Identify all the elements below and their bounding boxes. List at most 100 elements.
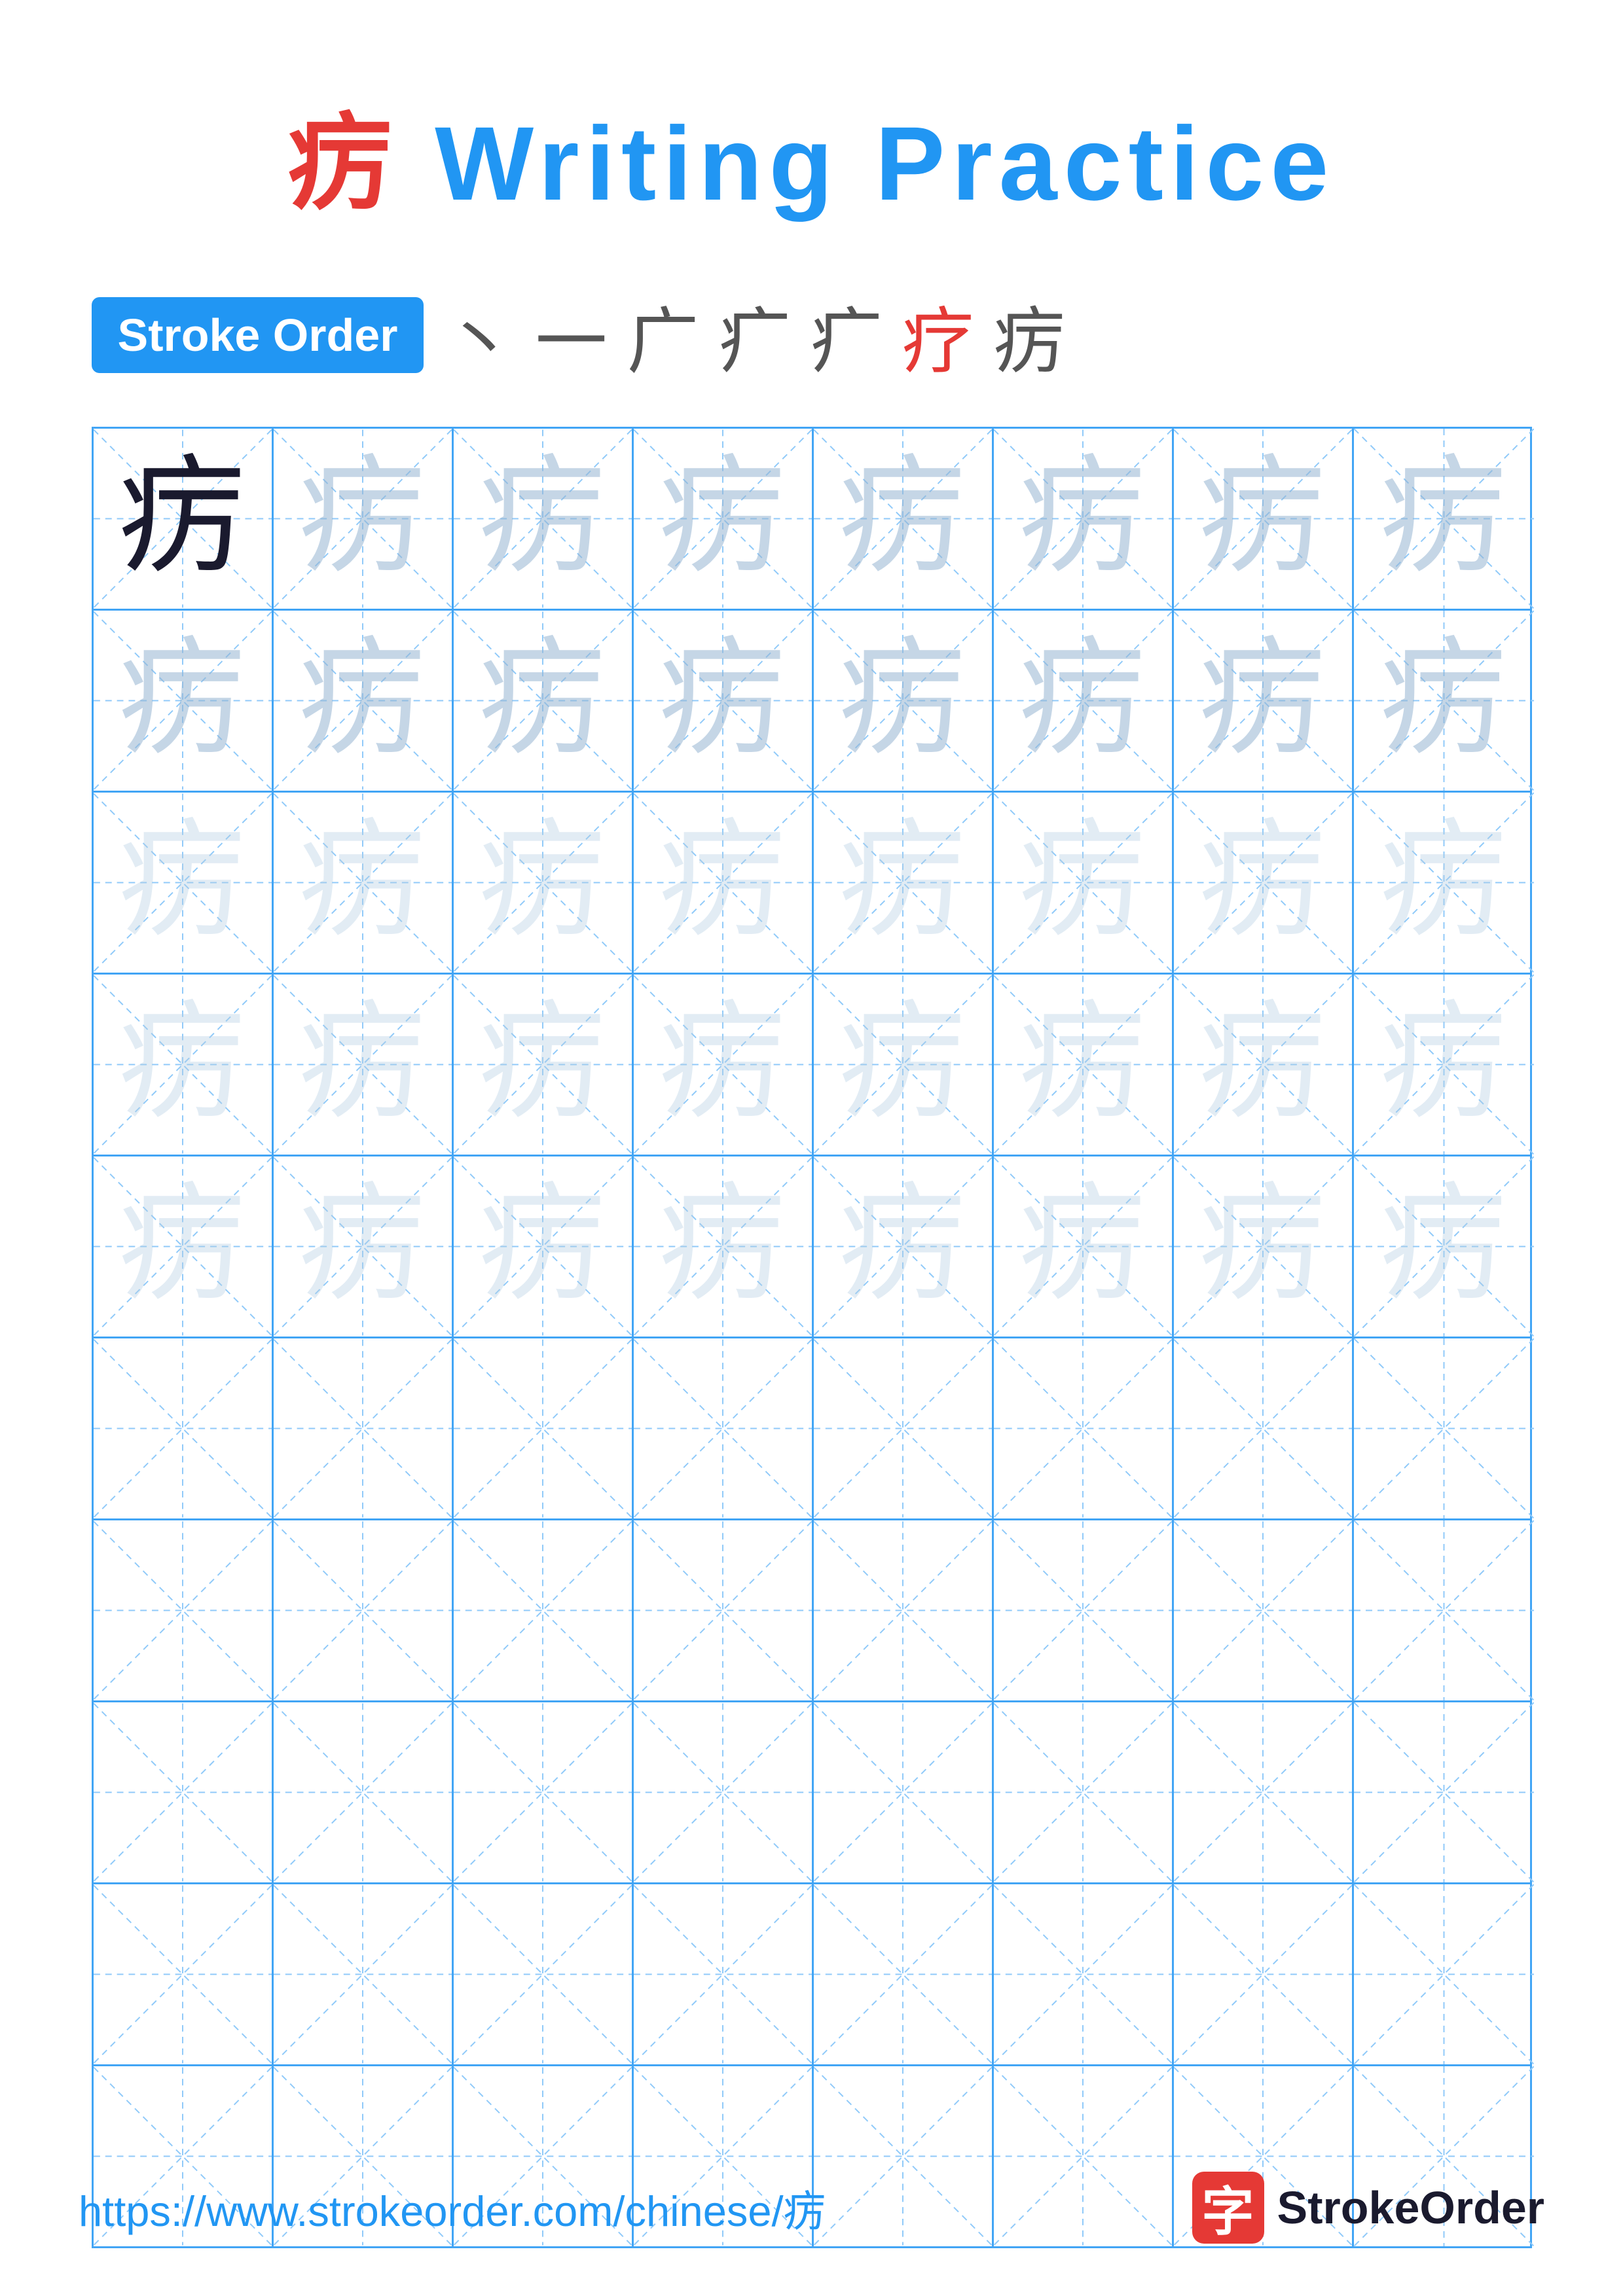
- grid-cell[interactable]: 疠: [454, 793, 634, 973]
- grid-cell[interactable]: 疠: [634, 793, 814, 973]
- grid-cell-empty[interactable]: [1354, 1338, 1534, 1518]
- grid-cell[interactable]: 疠: [274, 793, 454, 973]
- grid-row: 疠 疠 疠 疠 疠 疠 疠 疠: [94, 1157, 1530, 1338]
- grid-cell[interactable]: 疠: [1174, 611, 1354, 791]
- char-very-faded: 疠: [1380, 819, 1508, 946]
- grid-cell-empty[interactable]: [94, 1884, 274, 2064]
- char-very-faded: 疠: [1380, 1183, 1508, 1310]
- grid-cell-empty[interactable]: [814, 1520, 994, 1700]
- grid-cell-empty[interactable]: [634, 1884, 814, 2064]
- grid-cell-empty[interactable]: [454, 1702, 634, 1882]
- grid-cell[interactable]: 疠: [634, 1157, 814, 1336]
- grid-cell[interactable]: 疠: [94, 429, 274, 609]
- grid-cell[interactable]: 疠: [1174, 429, 1354, 609]
- grid-cell[interactable]: 疠: [994, 429, 1174, 609]
- grid-cell-empty[interactable]: [1174, 1338, 1354, 1518]
- footer-logo: 字 StrokeOrder: [1192, 2172, 1544, 2244]
- grid-cell-empty[interactable]: [814, 1884, 994, 2064]
- char-very-faded: 疠: [299, 1001, 426, 1128]
- char-very-faded: 疠: [1019, 819, 1146, 946]
- grid-cell[interactable]: 疠: [634, 611, 814, 791]
- grid-cell-empty[interactable]: [994, 1702, 1174, 1882]
- grid-cell[interactable]: 疠: [1174, 793, 1354, 973]
- grid-row-empty: [94, 1884, 1530, 2066]
- grid-cell[interactable]: 疠: [1354, 975, 1534, 1155]
- stroke-1: 丶: [443, 283, 528, 387]
- grid-cell-empty[interactable]: [94, 1520, 274, 1700]
- grid-cell[interactable]: 疠: [814, 611, 994, 791]
- char-very-faded: 疠: [659, 819, 786, 946]
- grid-cell[interactable]: 疠: [94, 793, 274, 973]
- grid-cell[interactable]: 疠: [274, 611, 454, 791]
- grid-cell-empty[interactable]: [814, 1338, 994, 1518]
- grid-cell[interactable]: 疠: [814, 975, 994, 1155]
- page-title: 疠 Writing Practice: [288, 79, 1336, 230]
- grid-cell-empty[interactable]: [1354, 1520, 1534, 1700]
- grid-cell[interactable]: 疠: [994, 793, 1174, 973]
- char-solid: 疠: [119, 455, 246, 583]
- stroke-7: 疠: [993, 283, 1078, 387]
- grid-cell-empty[interactable]: [634, 1338, 814, 1518]
- grid-cell-empty[interactable]: [94, 1702, 274, 1882]
- grid-cell-empty[interactable]: [994, 1520, 1174, 1700]
- char-faded: 疠: [479, 637, 606, 764]
- grid-cell-empty[interactable]: [274, 1884, 454, 2064]
- char-very-faded: 疠: [119, 1183, 246, 1310]
- grid-cell-empty[interactable]: [994, 1338, 1174, 1518]
- grid-cell[interactable]: 疠: [1174, 1157, 1354, 1336]
- grid-cell[interactable]: 疠: [814, 793, 994, 973]
- grid-cell[interactable]: 疠: [814, 1157, 994, 1336]
- grid-cell-empty[interactable]: [634, 1702, 814, 1882]
- grid-cell[interactable]: 疠: [454, 1157, 634, 1336]
- grid-cell[interactable]: 疠: [994, 611, 1174, 791]
- grid-cell-empty[interactable]: [994, 1884, 1174, 2064]
- char-very-faded: 疠: [839, 819, 966, 946]
- grid-cell-empty[interactable]: [274, 1520, 454, 1700]
- grid-cell-empty[interactable]: [1174, 1884, 1354, 2064]
- grid-row: 疠 疠 疠 疠 疠 疠 疠 疠: [94, 611, 1530, 793]
- char-very-faded: 疠: [119, 1001, 246, 1128]
- grid-cell-empty[interactable]: [1354, 1702, 1534, 1882]
- grid-cell-empty[interactable]: [454, 1520, 634, 1700]
- grid-cell[interactable]: 疠: [274, 975, 454, 1155]
- grid-cell[interactable]: 疠: [274, 429, 454, 609]
- grid-cell[interactable]: 疠: [94, 1157, 274, 1336]
- grid-cell-empty[interactable]: [1174, 1702, 1354, 1882]
- grid-cell[interactable]: 疠: [634, 975, 814, 1155]
- grid-cell-empty[interactable]: [1174, 1520, 1354, 1700]
- grid-cell[interactable]: 疠: [814, 429, 994, 609]
- grid-cell[interactable]: 疠: [454, 429, 634, 609]
- grid-cell[interactable]: 疠: [1174, 975, 1354, 1155]
- char-faded: 疠: [659, 637, 786, 764]
- grid-cell-empty[interactable]: [274, 1338, 454, 1518]
- strokeorder-logo-icon: 字: [1192, 2172, 1264, 2244]
- grid-cell-empty[interactable]: [1354, 1884, 1534, 2064]
- grid-cell[interactable]: 疠: [1354, 611, 1534, 791]
- grid-cell[interactable]: 疠: [994, 1157, 1174, 1336]
- footer-url-link[interactable]: https://www.strokeorder.com/chinese/疠: [79, 2177, 826, 2238]
- grid-cell-empty[interactable]: [814, 1702, 994, 1882]
- grid-cell[interactable]: 疠: [454, 611, 634, 791]
- grid-cell[interactable]: 疠: [634, 429, 814, 609]
- title-char: 疠: [288, 105, 399, 222]
- grid-row: 疠 疠 疠: [94, 429, 1530, 611]
- grid-cell[interactable]: 疠: [1354, 1157, 1534, 1336]
- grid-cell[interactable]: 疠: [274, 1157, 454, 1336]
- stroke-6: 疗: [902, 283, 987, 387]
- grid-cell[interactable]: 疠: [94, 611, 274, 791]
- page: 疠 Writing Practice Stroke Order 丶 一 广 疒 …: [0, 0, 1623, 2296]
- grid-cell-empty[interactable]: [274, 1702, 454, 1882]
- grid-cell[interactable]: 疠: [94, 975, 274, 1155]
- grid-cell-empty[interactable]: [94, 1338, 274, 1518]
- grid-cell[interactable]: 疠: [994, 975, 1174, 1155]
- grid-cell-empty[interactable]: [454, 1338, 634, 1518]
- grid-cell[interactable]: 疠: [1354, 793, 1534, 973]
- char-faded: 疠: [839, 455, 966, 583]
- grid-cell-empty[interactable]: [634, 1520, 814, 1700]
- grid-cell-empty[interactable]: [454, 1884, 634, 2064]
- char-faded: 疠: [1199, 637, 1326, 764]
- grid-cell[interactable]: 疠: [1354, 429, 1534, 609]
- stroke-2: 一: [535, 283, 620, 387]
- char-faded: 疠: [1199, 455, 1326, 583]
- grid-cell[interactable]: 疠: [454, 975, 634, 1155]
